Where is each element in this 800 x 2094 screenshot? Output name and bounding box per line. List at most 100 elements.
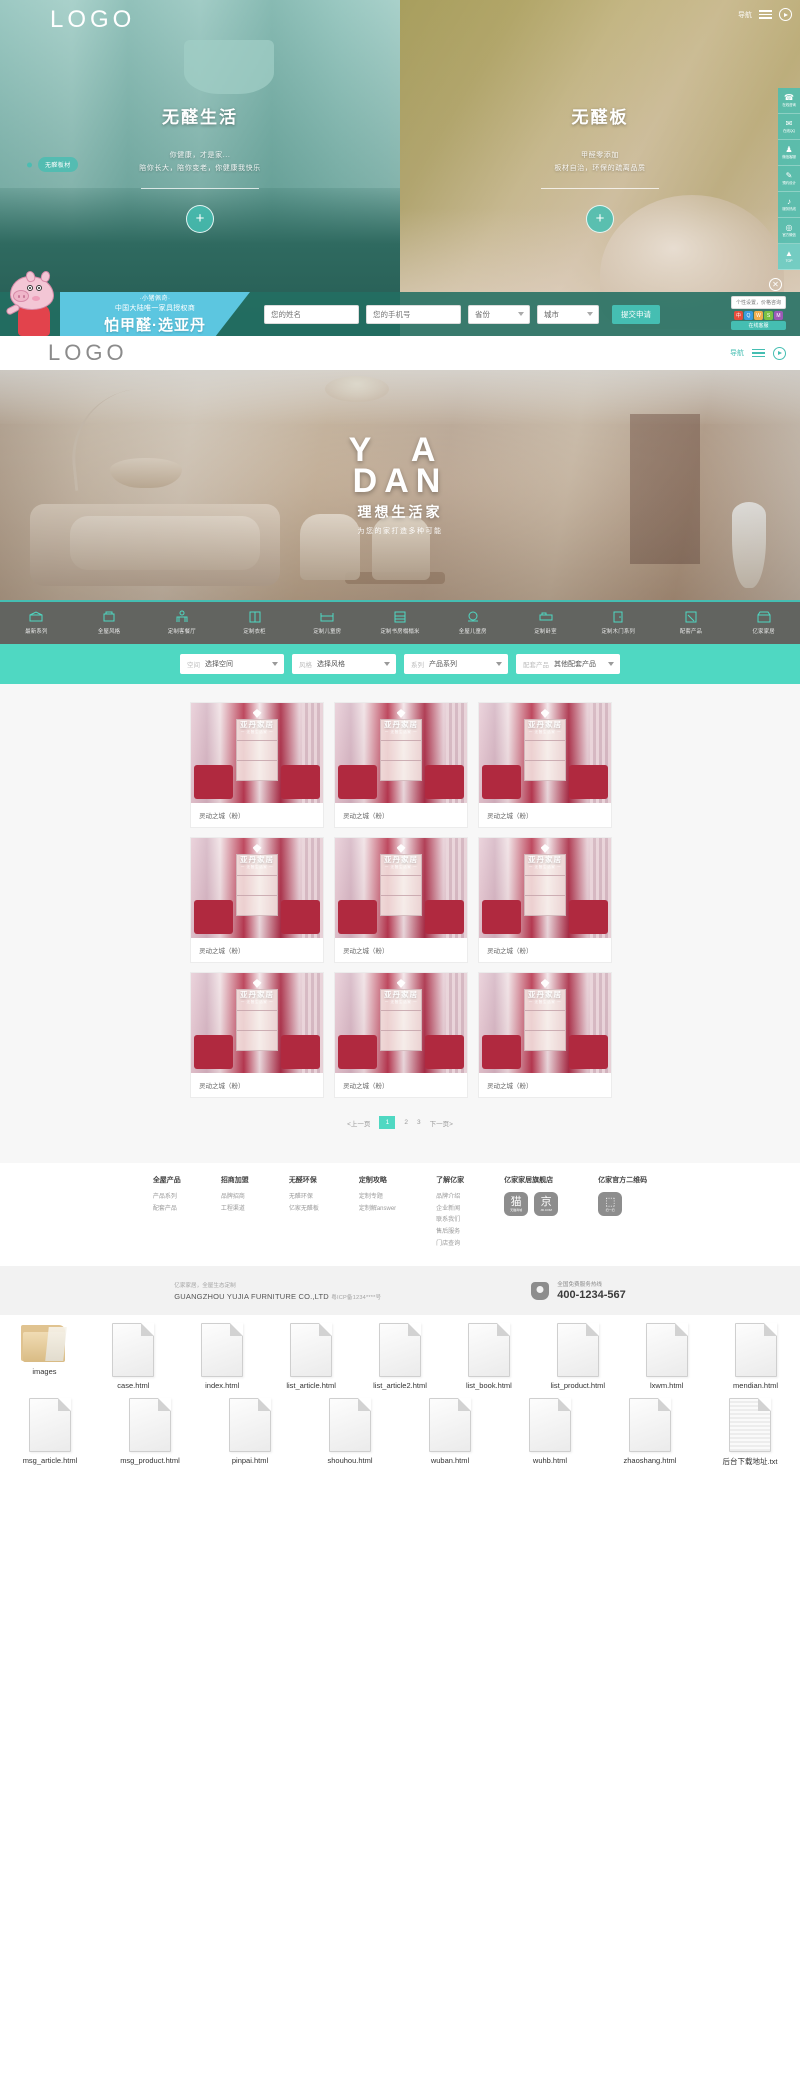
footer-link[interactable]: 配套产品 <box>153 1204 181 1216</box>
file-item-wuban[interactable]: wuban.html <box>400 1398 500 1467</box>
file-item-list-book[interactable]: list_book.html <box>444 1323 533 1390</box>
pagination-page-1[interactable]: 1 <box>379 1116 396 1129</box>
product-card[interactable]: 亚丹家居 一 无醛生活家 一 灵动之城（粉） <box>334 702 468 828</box>
category-item-living-dining[interactable]: 定制客餐厅 <box>145 610 218 635</box>
name-input[interactable] <box>264 304 359 324</box>
file-item-list-article[interactable]: list_article.html <box>267 1323 356 1390</box>
footer-link[interactable]: 无醛环保 <box>289 1192 319 1204</box>
chat-channel-icon[interactable]: 中 <box>733 311 743 320</box>
site-logo[interactable]: LOGO <box>48 340 128 366</box>
footer-link[interactable]: 企业新闻 <box>436 1204 464 1216</box>
file-explorer: images case.html index.html list_article… <box>0 1315 800 1478</box>
side-tool-qq[interactable]: ✉ 在线QQ <box>778 114 800 140</box>
main-hero-banner[interactable]: Y A DAN 理想生活家 为您的家打造多种可能 <box>0 370 800 600</box>
pagination-next[interactable]: 下一页> <box>430 1118 453 1128</box>
hero-right-plus-button[interactable]: + <box>586 204 614 233</box>
side-tool-consult[interactable]: ☎ 在线咨询 <box>778 88 800 114</box>
footer-link[interactable]: 定制解answer <box>359 1204 396 1216</box>
file-item-shouhou[interactable]: shouhou.html <box>300 1398 400 1467</box>
footer-link[interactable]: 定制专题 <box>359 1192 396 1204</box>
product-card[interactable]: 亚丹家居 一 无醛生活家 一 灵动之城（粉） <box>190 702 324 828</box>
pagination-prev[interactable]: <上一页 <box>347 1118 370 1128</box>
category-label: 最新系列 <box>25 628 48 635</box>
file-item-index[interactable]: index.html <box>178 1323 267 1390</box>
side-tool-back-to-top[interactable]: ▲ TOP <box>778 244 800 270</box>
product-card[interactable]: 亚丹家居 一 无醛生活家 一 灵动之城（粉） <box>478 972 612 1098</box>
footer-link[interactable]: 售后服务 <box>436 1227 464 1239</box>
chat-widget: ✕ 个性设置，价格咨询 中 Q W S M 在线客服 <box>730 278 786 330</box>
play-circle-icon[interactable] <box>773 346 786 360</box>
category-item-bedroom[interactable]: 定制卧室 <box>509 610 582 635</box>
product-card[interactable]: 亚丹家居 一 无醛生活家 一 灵动之城（粉） <box>478 837 612 963</box>
category-item-doors[interactable]: 定制木门系列 <box>582 610 655 635</box>
category-item-latest[interactable]: 最新系列 <box>0 610 73 635</box>
file-item-wuhb[interactable]: wuhb.html <box>500 1398 600 1467</box>
product-card[interactable]: 亚丹家居 一 无醛生活家 一 灵动之城（粉） <box>334 837 468 963</box>
chat-channel-icon[interactable]: W <box>753 311 763 320</box>
footer-link[interactable]: 联系我们 <box>436 1215 464 1227</box>
arrow-up-icon: ▲ <box>785 249 793 258</box>
play-circle-icon[interactable] <box>779 8 792 21</box>
chat-channel-icon[interactable]: Q <box>743 311 753 320</box>
side-tool-hotline[interactable]: ♪ 服务热线 <box>778 192 800 218</box>
document-icon <box>629 1398 671 1453</box>
top-logo[interactable]: LOGO <box>50 6 135 34</box>
file-item-images[interactable]: images <box>0 1323 89 1390</box>
hero-left-plus-button[interactable]: + <box>186 204 214 233</box>
category-item-store[interactable]: 亿家家居 <box>727 610 800 635</box>
footer-link[interactable]: 产品系列 <box>153 1192 181 1204</box>
pagination-page-2[interactable]: 2 <box>404 1119 408 1126</box>
product-card[interactable]: 亚丹家居 一 无醛生活家 一 灵动之城（粉） <box>190 837 324 963</box>
filter-series-select[interactable]: 系列 产品系列 <box>404 654 508 674</box>
filter-accessory-select[interactable]: 配套产品 其他配套产品 <box>516 654 620 674</box>
file-item-download-txt[interactable]: 后台下载地址.txt <box>700 1398 800 1467</box>
footer-link[interactable]: 品牌介绍 <box>436 1192 464 1204</box>
file-name: wuban.html <box>430 1456 470 1466</box>
file-item-list-article2[interactable]: list_article2.html <box>356 1323 445 1390</box>
chat-channel-icon[interactable]: M <box>773 311 783 320</box>
footer-link[interactable]: 亿家无醛板 <box>289 1204 319 1216</box>
file-item-msg-article[interactable]: msg_article.html <box>0 1398 100 1467</box>
filter-space-select[interactable]: 空间 选择空间 <box>180 654 284 674</box>
phone-input[interactable] <box>366 304 461 324</box>
product-card[interactable]: 亚丹家居 一 无醛生活家 一 灵动之城（粉） <box>190 972 324 1098</box>
side-tool-official-wechat[interactable]: ◎ 官方微信 <box>778 218 800 244</box>
footer-links: 全屋产品 产品系列 配套产品 招商加盟 品牌招商 工程渠道 无醛环保 无醛环保 … <box>0 1163 800 1267</box>
file-item-pinpai[interactable]: pinpai.html <box>200 1398 300 1467</box>
file-item-case[interactable]: case.html <box>89 1323 178 1390</box>
category-item-style[interactable]: 全屋风格 <box>73 610 146 635</box>
side-tool-design[interactable]: ✎ 预约设计 <box>778 166 800 192</box>
footer-link[interactable]: 品牌招商 <box>221 1192 249 1204</box>
chat-bar-label[interactable]: 在线客服 <box>730 321 786 330</box>
footer-link[interactable]: 工程渠道 <box>221 1204 249 1216</box>
file-item-msg-product[interactable]: msg_product.html <box>100 1398 200 1467</box>
file-item-list-product[interactable]: list_product.html <box>533 1323 622 1390</box>
category-item-kitchen[interactable]: 全屋儿童房 <box>436 610 509 635</box>
submit-button[interactable]: 提交申请 <box>612 304 660 324</box>
category-item-wardrobe[interactable]: 定制衣柜 <box>218 610 291 635</box>
filter-style-select[interactable]: 风格 选择风格 <box>292 654 396 674</box>
category-item-kids-room[interactable]: 定制儿童房 <box>291 610 364 635</box>
side-tool-wechat[interactable]: ♟ 微信客服 <box>778 140 800 166</box>
close-icon[interactable]: ✕ <box>769 278 782 291</box>
file-item-lxwm[interactable]: lxwm.html <box>622 1323 711 1390</box>
side-tool-label: 在线咨询 <box>782 102 796 107</box>
menu-hamburger-icon[interactable] <box>752 348 765 358</box>
menu-hamburger-icon[interactable] <box>759 10 772 19</box>
pagination-page-3[interactable]: 3 <box>417 1119 421 1126</box>
file-item-zhaoshang[interactable]: zhaoshang.html <box>600 1398 700 1467</box>
file-item-mendian[interactable]: mendian.html <box>711 1323 800 1390</box>
category-item-accessories[interactable]: 配套产品 <box>655 610 728 635</box>
qr-code-icon[interactable]: ⬚ 扫一扫 <box>598 1192 623 1216</box>
product-card[interactable]: 亚丹家居 一 无醛生活家 一 灵动之城（粉） <box>334 972 468 1098</box>
province-select[interactable]: 省份 <box>468 304 530 324</box>
category-item-study[interactable]: 定制书房榻榻米 <box>364 610 437 635</box>
hero-right-panel[interactable]: 无醛板 甲醛零添加 板材自治，环保的疏离品质 + <box>400 0 800 336</box>
chat-channel-icon[interactable]: S <box>763 311 773 320</box>
filter-value: 其他配套产品 <box>554 661 596 668</box>
jd-store-icon[interactable]: 京 JD.COM <box>534 1192 559 1216</box>
footer-link[interactable]: 门店查询 <box>436 1239 464 1251</box>
product-card[interactable]: 亚丹家居 一 无醛生活家 一 灵动之城（粉） <box>478 702 612 828</box>
tmall-store-icon[interactable]: 猫 天猫商城 <box>504 1192 529 1216</box>
city-select[interactable]: 城市 <box>537 304 599 324</box>
